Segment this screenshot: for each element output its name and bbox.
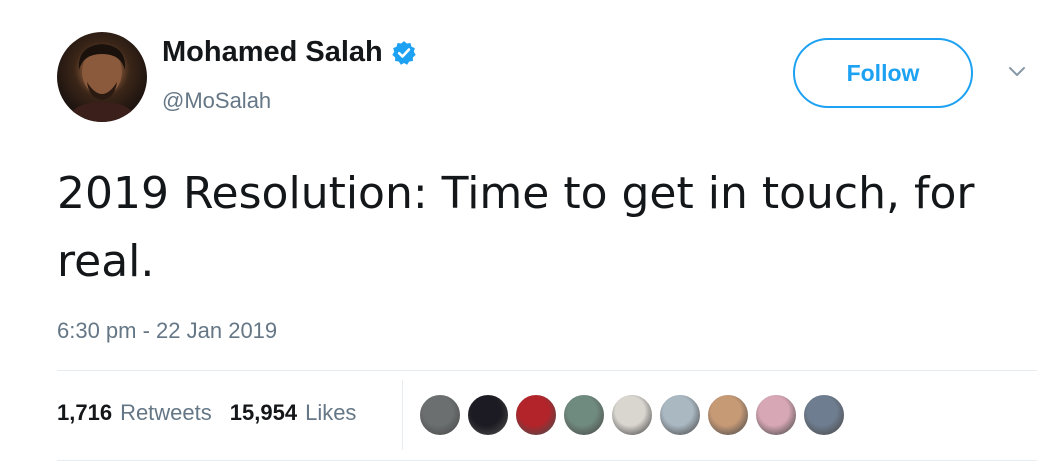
liker-avatar[interactable]	[514, 393, 558, 437]
divider	[57, 370, 1037, 371]
retweets-stat[interactable]: 1,716 Retweets	[57, 400, 212, 426]
display-name-text[interactable]: Mohamed Salah	[162, 36, 383, 69]
liker-avatar[interactable]	[418, 393, 462, 437]
follow-button[interactable]: Follow	[793, 38, 973, 108]
retweets-label: Retweets	[120, 400, 212, 425]
divider	[57, 460, 1037, 461]
tweet-text: 2019 Resolution: Time to get in touch, f…	[57, 168, 975, 287]
user-handle[interactable]: @MoSalah	[162, 88, 271, 114]
likes-label: Likes	[305, 400, 357, 425]
liker-avatars	[418, 393, 850, 437]
tweet-card: Mohamed Salah @MoSalah Follow 2019 Resol…	[0, 0, 1054, 465]
likes-stat[interactable]: 15,954 Likes	[230, 400, 357, 426]
liker-avatar[interactable]	[706, 393, 750, 437]
liker-avatar[interactable]	[610, 393, 654, 437]
display-name[interactable]: Mohamed Salah	[162, 36, 417, 69]
liker-avatar[interactable]	[562, 393, 606, 437]
user-avatar[interactable]	[57, 32, 147, 122]
verified-badge-icon	[391, 40, 417, 66]
tweet-stats: 1,716 Retweets 15,954 Likes	[57, 400, 356, 426]
stats-divider	[402, 380, 403, 450]
liker-avatar[interactable]	[802, 393, 846, 437]
avatar-photo-icon	[67, 44, 137, 122]
retweets-count: 1,716	[57, 400, 113, 425]
tweet-timestamp[interactable]: 6:30 pm - 22 Jan 2019	[57, 318, 277, 344]
liker-avatar[interactable]	[754, 393, 798, 437]
chevron-down-icon[interactable]	[1005, 62, 1029, 80]
liker-avatar[interactable]	[466, 393, 510, 437]
liker-avatar[interactable]	[658, 393, 702, 437]
likes-count: 15,954	[229, 400, 298, 425]
